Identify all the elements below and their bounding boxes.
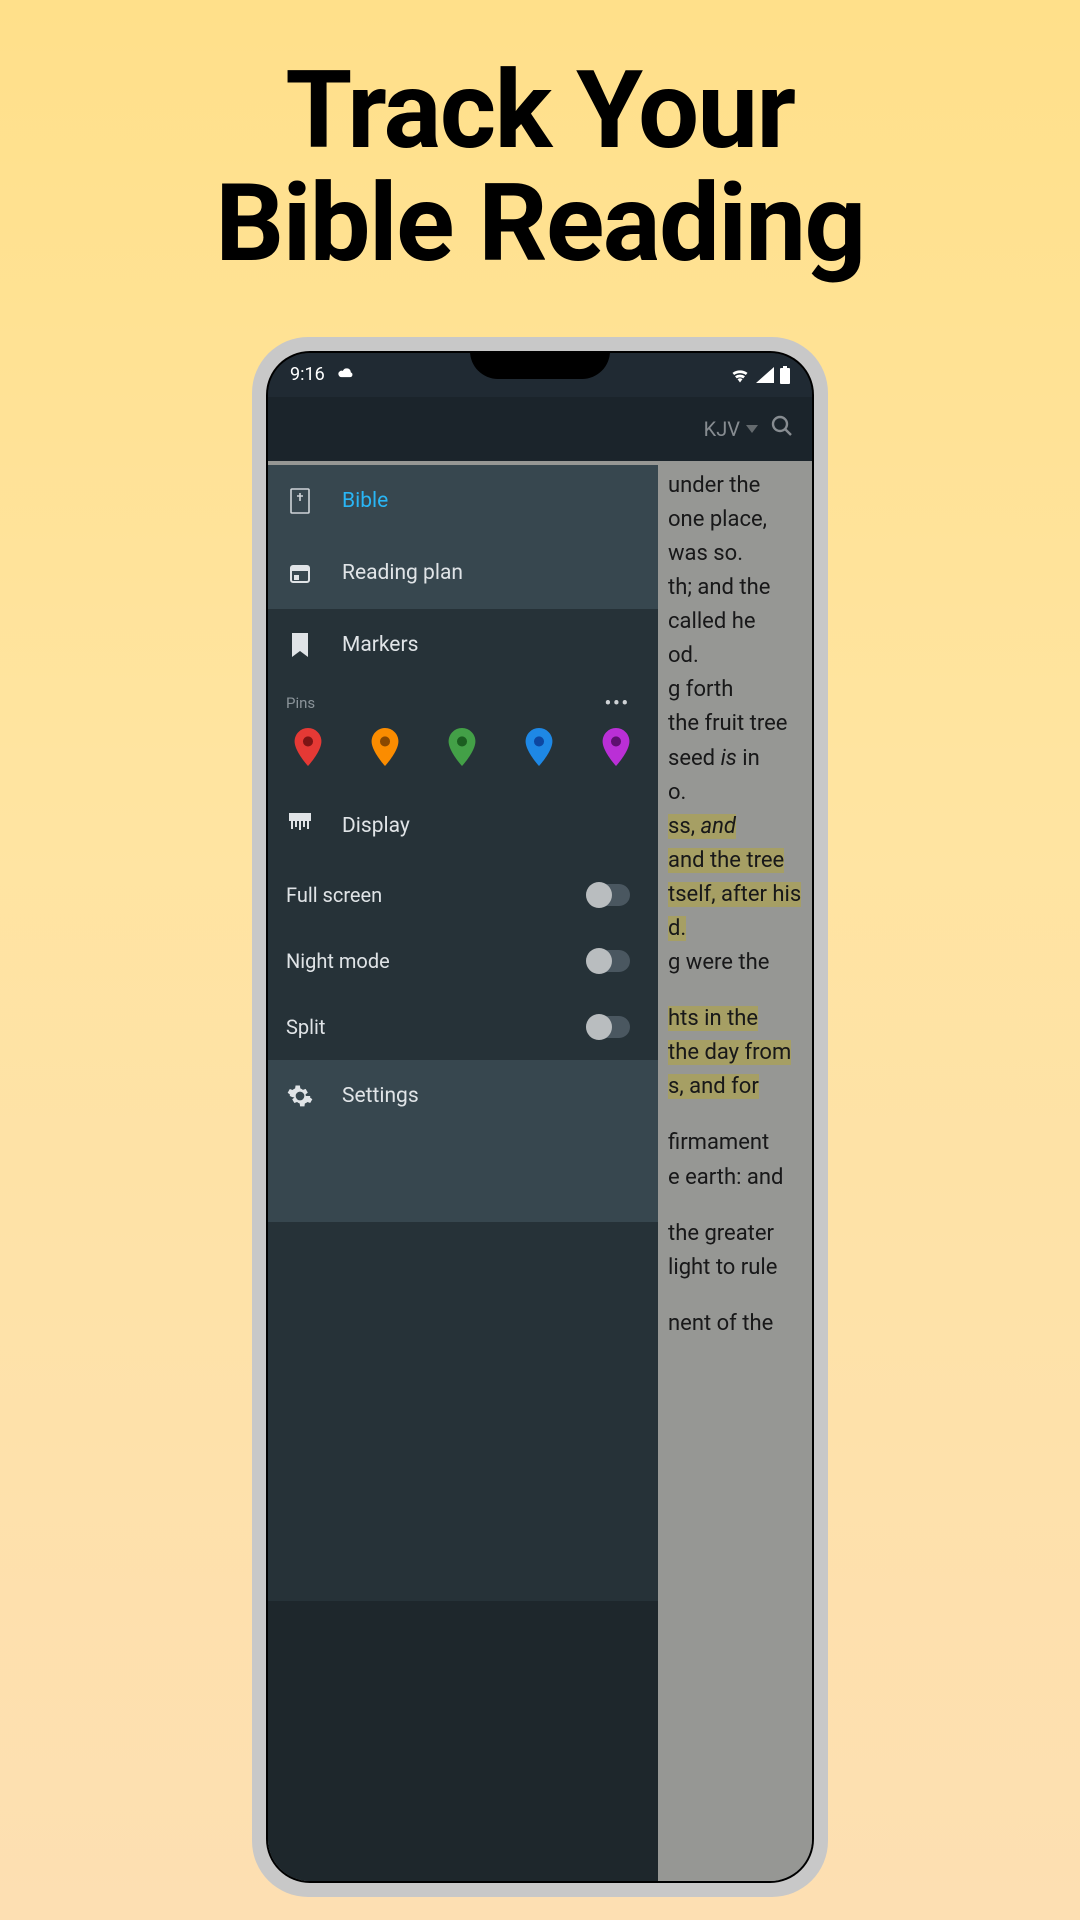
drawer-bottom-region bbox=[268, 1601, 658, 1881]
bookmark-icon bbox=[286, 631, 314, 659]
pins-section: Pins ••• bbox=[268, 681, 658, 718]
calendar-icon bbox=[286, 559, 314, 587]
drawer-spacer bbox=[268, 1132, 658, 1222]
nav-display[interactable]: Display bbox=[268, 790, 658, 862]
headline-line-2: Bible Reading bbox=[215, 168, 864, 281]
search-icon[interactable] bbox=[770, 414, 794, 443]
version-selector[interactable]: KJV bbox=[704, 417, 758, 441]
pins-more-icon[interactable]: ••• bbox=[605, 693, 630, 714]
navigation-drawer: Bible Reading plan Markers bbox=[268, 465, 658, 1881]
phone-notch bbox=[470, 351, 610, 379]
wifi-icon bbox=[730, 367, 750, 383]
nav-markers[interactable]: Markers bbox=[268, 609, 658, 681]
headline-line-1: Track Your bbox=[215, 55, 864, 168]
pin-orange[interactable] bbox=[371, 728, 399, 770]
chevron-down-icon bbox=[746, 425, 758, 433]
toggle-night-mode[interactable]: Night mode bbox=[268, 928, 658, 994]
version-label: KJV bbox=[704, 417, 740, 441]
bible-icon bbox=[286, 487, 314, 515]
app-header: KJV bbox=[268, 397, 812, 461]
phone-frame: 9:16 bbox=[252, 337, 828, 1897]
toggle-full-screen[interactable]: Full screen bbox=[268, 862, 658, 928]
full-screen-label: Full screen bbox=[286, 883, 382, 907]
nav-settings-label: Settings bbox=[342, 1084, 419, 1108]
nav-reading-plan[interactable]: Reading plan bbox=[268, 537, 658, 609]
promo-headline: Track Your Bible Reading bbox=[215, 55, 864, 282]
pins-row bbox=[268, 718, 658, 790]
pin-blue[interactable] bbox=[525, 728, 553, 770]
cloud-icon bbox=[335, 364, 355, 385]
nav-bible-label: Bible bbox=[342, 489, 388, 513]
toggle-split[interactable]: Split bbox=[268, 994, 658, 1060]
pins-label: Pins bbox=[286, 694, 315, 712]
nav-markers-label: Markers bbox=[342, 633, 418, 657]
split-switch[interactable] bbox=[586, 1016, 630, 1038]
nav-bible[interactable]: Bible bbox=[268, 465, 658, 537]
battery-icon bbox=[780, 366, 790, 384]
split-label: Split bbox=[286, 1015, 325, 1039]
gear-icon bbox=[286, 1082, 314, 1110]
status-time: 9:16 bbox=[290, 364, 325, 385]
nav-settings[interactable]: Settings bbox=[268, 1060, 658, 1132]
pin-green[interactable] bbox=[448, 728, 476, 770]
night-mode-switch[interactable] bbox=[586, 950, 630, 972]
pin-red[interactable] bbox=[294, 728, 322, 770]
pin-purple[interactable] bbox=[602, 728, 630, 770]
night-mode-label: Night mode bbox=[286, 949, 390, 973]
nav-display-label: Display bbox=[342, 814, 410, 838]
display-brush-icon bbox=[286, 812, 314, 840]
full-screen-switch[interactable] bbox=[586, 884, 630, 906]
cell-signal-icon bbox=[756, 367, 774, 383]
nav-reading-plan-label: Reading plan bbox=[342, 561, 463, 585]
